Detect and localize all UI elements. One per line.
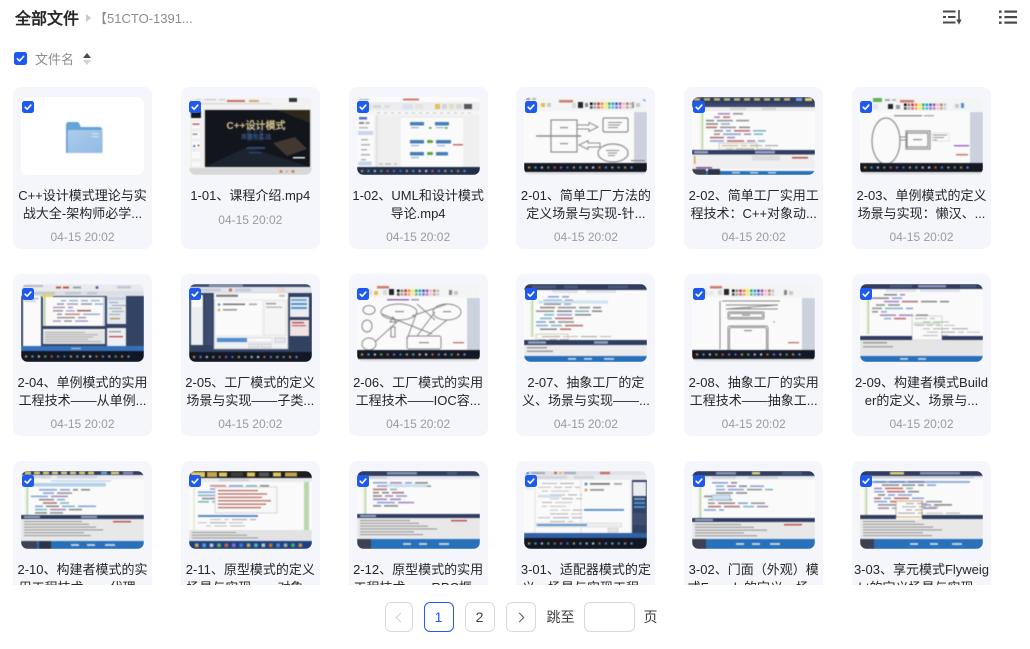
svg-text:原理与实战: 原理与实战 bbox=[241, 133, 271, 141]
svg-text:C++设计模式: C++设计模式 bbox=[226, 119, 285, 132]
